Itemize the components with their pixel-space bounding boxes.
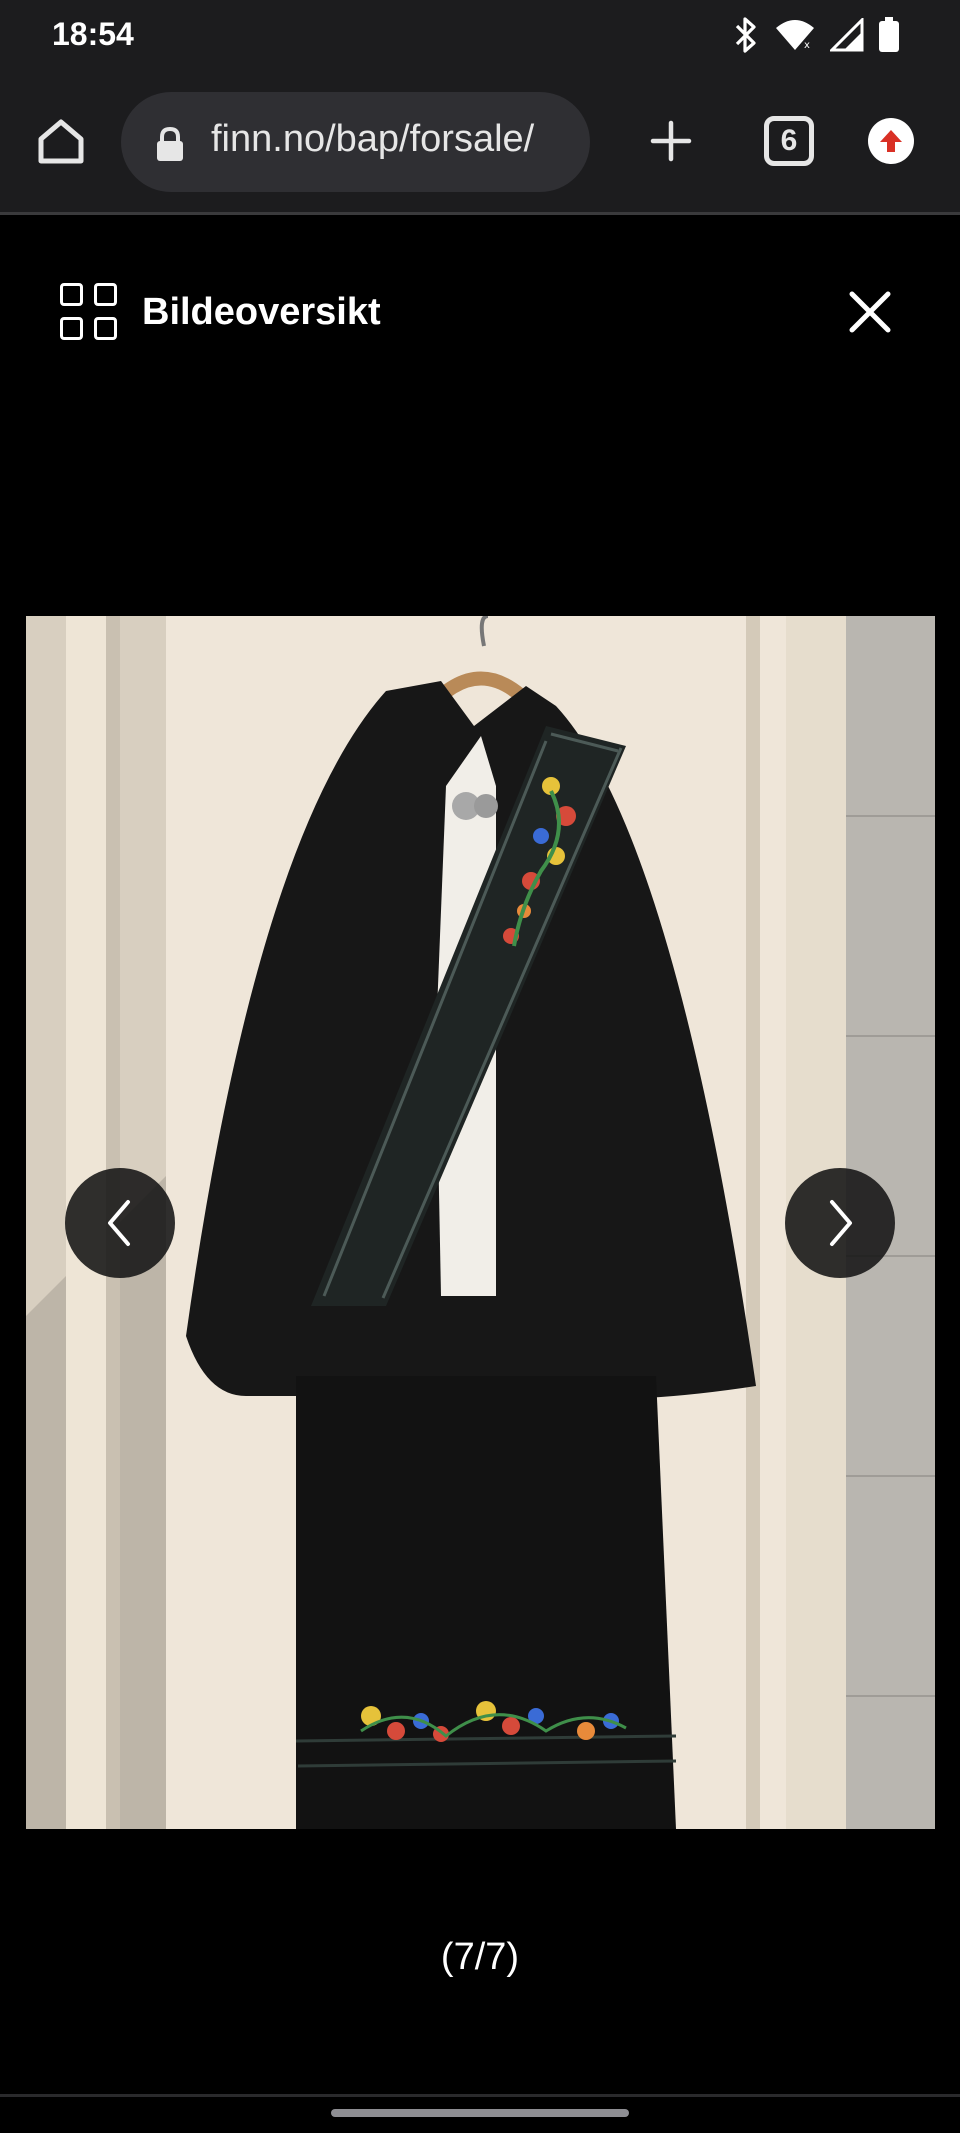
status-bar: 18:54 x xyxy=(0,0,960,70)
chevron-left-icon xyxy=(108,1200,130,1246)
lock-icon xyxy=(157,126,183,161)
new-tab-button[interactable] xyxy=(640,110,702,172)
status-time: 18:54 xyxy=(52,16,134,52)
tab-switcher-button[interactable]: 6 xyxy=(764,116,814,166)
url-text: finn.no/bap/forsale/ xyxy=(211,118,535,160)
svg-text:x: x xyxy=(804,40,810,51)
arrow-up-icon xyxy=(880,130,902,152)
wifi-icon: x xyxy=(776,20,814,51)
plus-icon xyxy=(650,120,692,162)
close-icon xyxy=(849,291,891,333)
browser-toolbar: finn.no/bap/forsale/ 6 xyxy=(0,70,960,215)
image-counter: (7/7) xyxy=(440,1936,520,1978)
bottom-divider xyxy=(0,2094,960,2097)
gesture-navigation-bar[interactable] xyxy=(331,2109,629,2117)
grid-icon xyxy=(60,283,118,341)
image-overview-header[interactable]: Bildeoversikt xyxy=(60,280,381,344)
next-image-button[interactable] xyxy=(785,1168,895,1278)
url-bar[interactable]: finn.no/bap/forsale/ xyxy=(121,92,590,192)
chevron-right-icon xyxy=(830,1200,852,1246)
status-icons: x xyxy=(732,14,900,56)
battery-icon xyxy=(879,17,899,52)
tab-count: 6 xyxy=(764,116,814,166)
signal-icon xyxy=(830,18,864,52)
previous-image-button[interactable] xyxy=(65,1168,175,1278)
close-button[interactable] xyxy=(846,288,894,336)
home-button[interactable] xyxy=(30,110,92,172)
bluetooth-icon xyxy=(735,17,756,53)
upload-button[interactable] xyxy=(868,118,914,164)
image-overview-title: Bildeoversikt xyxy=(142,290,381,333)
home-icon xyxy=(38,119,84,164)
